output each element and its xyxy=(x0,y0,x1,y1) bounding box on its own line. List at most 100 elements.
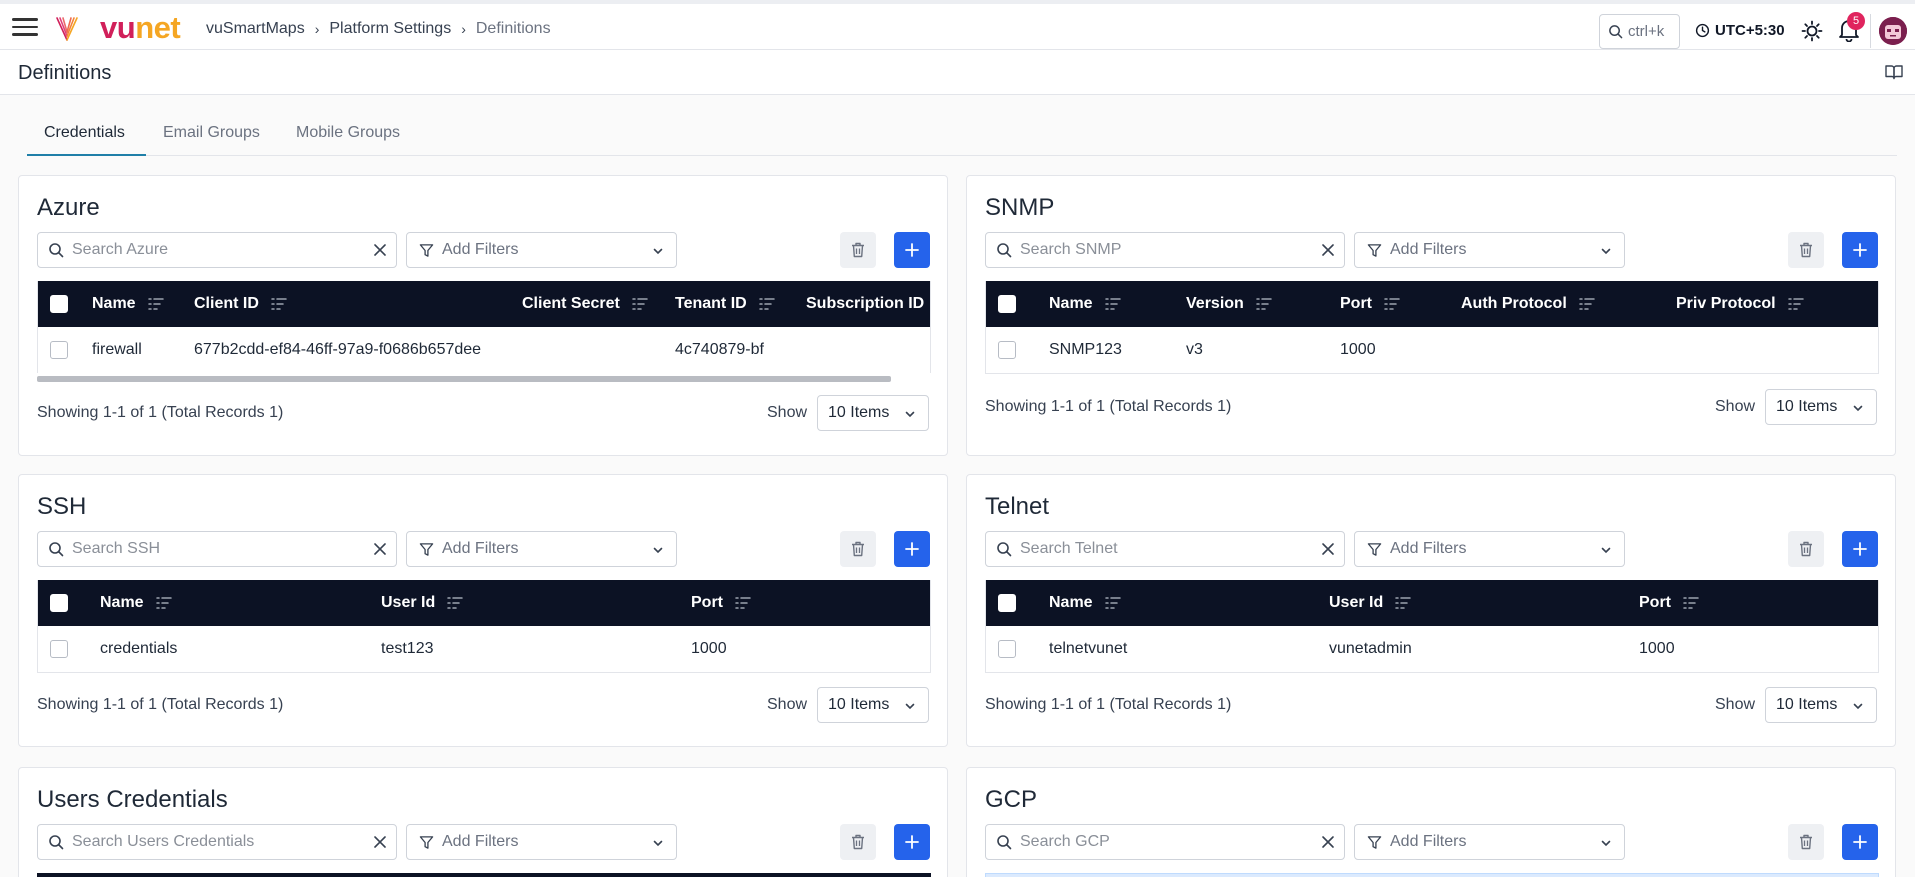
row-checkbox[interactable] xyxy=(50,640,68,658)
telnet-search-input[interactable] xyxy=(1020,540,1290,558)
snmp-page-size-select[interactable]: 10 Items xyxy=(1765,389,1877,425)
row-checkbox[interactable] xyxy=(50,341,68,359)
azure-add-filters-dropdown[interactable]: Add Filters xyxy=(406,232,677,268)
ssh-add-filters-dropdown[interactable]: Add Filters xyxy=(406,531,677,567)
timezone-selector[interactable]: UTC+5:30 xyxy=(1695,22,1785,39)
user-avatar[interactable] xyxy=(1879,17,1907,45)
column-menu-icon[interactable] xyxy=(1787,297,1804,311)
clear-search-icon[interactable] xyxy=(1320,242,1336,258)
column-header-name[interactable]: Name xyxy=(1049,580,1121,626)
column-header-name[interactable]: Name xyxy=(92,281,164,327)
global-search-button[interactable]: ctrl+k xyxy=(1599,14,1680,49)
clear-search-icon[interactable] xyxy=(372,242,388,258)
theme-toggle-sun-icon[interactable] xyxy=(1801,20,1823,42)
filter-icon xyxy=(1367,835,1382,849)
ssh-add-button[interactable] xyxy=(894,531,930,567)
gcp-add-filters-dropdown[interactable]: Add Filters xyxy=(1354,824,1625,860)
column-header-tenant-id[interactable]: Tenant ID xyxy=(675,281,775,327)
gcp-delete-button[interactable] xyxy=(1788,824,1824,860)
column-header-auth-protocol[interactable]: Auth Protocol xyxy=(1461,281,1595,327)
gcp-search-input[interactable] xyxy=(1020,833,1290,851)
chevron-down-icon xyxy=(1601,248,1611,255)
users-credentials-delete-button[interactable] xyxy=(840,824,876,860)
chevron-down-icon xyxy=(1601,547,1611,554)
column-header-subscription-id[interactable]: Subscription ID xyxy=(806,281,924,327)
snmp-add-button[interactable] xyxy=(1842,232,1878,268)
telnet-add-filters-dropdown[interactable]: Add Filters xyxy=(1354,531,1625,567)
row-checkbox[interactable] xyxy=(998,640,1016,658)
users-credentials-search-input[interactable] xyxy=(72,833,342,851)
add-filters-label: Add Filters xyxy=(442,833,519,850)
column-header-user-id[interactable]: User Id xyxy=(381,580,463,626)
tab-credentials[interactable]: Credentials xyxy=(44,124,125,142)
page-size-value: 10 Items xyxy=(828,404,890,421)
ssh-delete-button[interactable] xyxy=(840,531,876,567)
snmp-table: Name Version Port Auth Protocol Priv Pro… xyxy=(985,281,1879,374)
column-menu-icon[interactable] xyxy=(1579,297,1595,311)
select-all-checkbox[interactable] xyxy=(50,594,68,612)
column-menu-icon[interactable] xyxy=(271,297,287,311)
column-header-user-id[interactable]: User Id xyxy=(1329,580,1411,626)
clear-search-icon[interactable] xyxy=(1320,834,1336,850)
column-header-name[interactable]: Name xyxy=(1049,281,1121,327)
breadcrumb-platform-settings[interactable]: Platform Settings xyxy=(329,20,451,38)
tab-email-groups[interactable]: Email Groups xyxy=(163,124,260,142)
column-menu-icon[interactable] xyxy=(758,297,775,311)
clear-search-icon[interactable] xyxy=(1320,541,1336,557)
column-header-client-secret[interactable]: Client Secret xyxy=(522,281,648,327)
snmp-add-filters-dropdown[interactable]: Add Filters xyxy=(1354,232,1625,268)
column-menu-icon[interactable] xyxy=(632,297,648,311)
select-all-checkbox[interactable] xyxy=(998,594,1016,612)
table-header: Name Client ID Client Secret Tenant ID S… xyxy=(38,281,930,327)
table-row[interactable]: telnetvunet vunetadmin 1000 xyxy=(986,626,1878,672)
azure-table: Name Client ID Client Secret Tenant ID S… xyxy=(37,281,931,373)
column-menu-icon[interactable] xyxy=(1395,596,1411,610)
table-row[interactable]: firewall 677b2cdd-ef84-46ff-97a9-f0686b6… xyxy=(38,327,930,373)
azure-page-size-select[interactable]: 10 Items xyxy=(817,395,929,431)
row-checkbox[interactable] xyxy=(998,341,1016,359)
azure-delete-button[interactable] xyxy=(840,232,876,268)
gcp-add-button[interactable] xyxy=(1842,824,1878,860)
snmp-delete-button[interactable] xyxy=(1788,232,1824,268)
chevron-down-icon xyxy=(905,703,915,710)
column-header-priv-protocol[interactable]: Priv Protocol xyxy=(1676,281,1804,327)
clear-search-icon[interactable] xyxy=(372,834,388,850)
table-row[interactable]: credentials test123 1000 xyxy=(38,626,930,672)
column-header-name[interactable]: Name xyxy=(100,580,172,626)
menu-icon[interactable] xyxy=(12,18,38,36)
table-row[interactable]: SNMP123 v3 1000 xyxy=(986,327,1878,373)
show-label: Show xyxy=(767,404,808,421)
azure-search-input[interactable] xyxy=(72,241,342,259)
column-menu-icon[interactable] xyxy=(1104,596,1121,610)
column-menu-icon[interactable] xyxy=(155,596,172,610)
column-header-client-id[interactable]: Client ID xyxy=(194,281,287,327)
column-header-port[interactable]: Port xyxy=(1340,281,1400,327)
select-all-checkbox[interactable] xyxy=(998,295,1016,313)
snmp-search-input[interactable] xyxy=(1020,241,1290,259)
telnet-delete-button[interactable] xyxy=(1788,531,1824,567)
select-all-checkbox[interactable] xyxy=(50,295,68,313)
documentation-book-icon[interactable] xyxy=(1885,64,1903,80)
column-header-version[interactable]: Version xyxy=(1186,281,1272,327)
column-menu-icon[interactable] xyxy=(735,596,751,610)
azure-add-button[interactable] xyxy=(894,232,930,268)
breadcrumb-vusmartmaps[interactable]: vuSmartMaps xyxy=(206,20,305,38)
column-menu-icon[interactable] xyxy=(1683,596,1699,610)
telnet-page-size-select[interactable]: 10 Items xyxy=(1765,687,1877,723)
column-menu-icon[interactable] xyxy=(147,297,164,311)
tab-mobile-groups[interactable]: Mobile Groups xyxy=(296,124,400,142)
column-menu-icon[interactable] xyxy=(447,596,463,610)
column-menu-icon[interactable] xyxy=(1384,297,1400,311)
telnet-add-button[interactable] xyxy=(1842,531,1878,567)
column-header-port[interactable]: Port xyxy=(691,580,751,626)
ssh-page-size-select[interactable]: 10 Items xyxy=(817,687,929,723)
ssh-search-input[interactable] xyxy=(72,540,342,558)
table-header: Name User Id Port xyxy=(38,580,930,626)
users-credentials-add-filters-dropdown[interactable]: Add Filters xyxy=(406,824,677,860)
users-credentials-add-button[interactable] xyxy=(894,824,930,860)
clear-search-icon[interactable] xyxy=(372,541,388,557)
horizontal-scrollbar[interactable] xyxy=(37,376,891,382)
column-menu-icon[interactable] xyxy=(1256,297,1272,311)
column-menu-icon[interactable] xyxy=(1104,297,1121,311)
column-header-port[interactable]: Port xyxy=(1639,580,1699,626)
